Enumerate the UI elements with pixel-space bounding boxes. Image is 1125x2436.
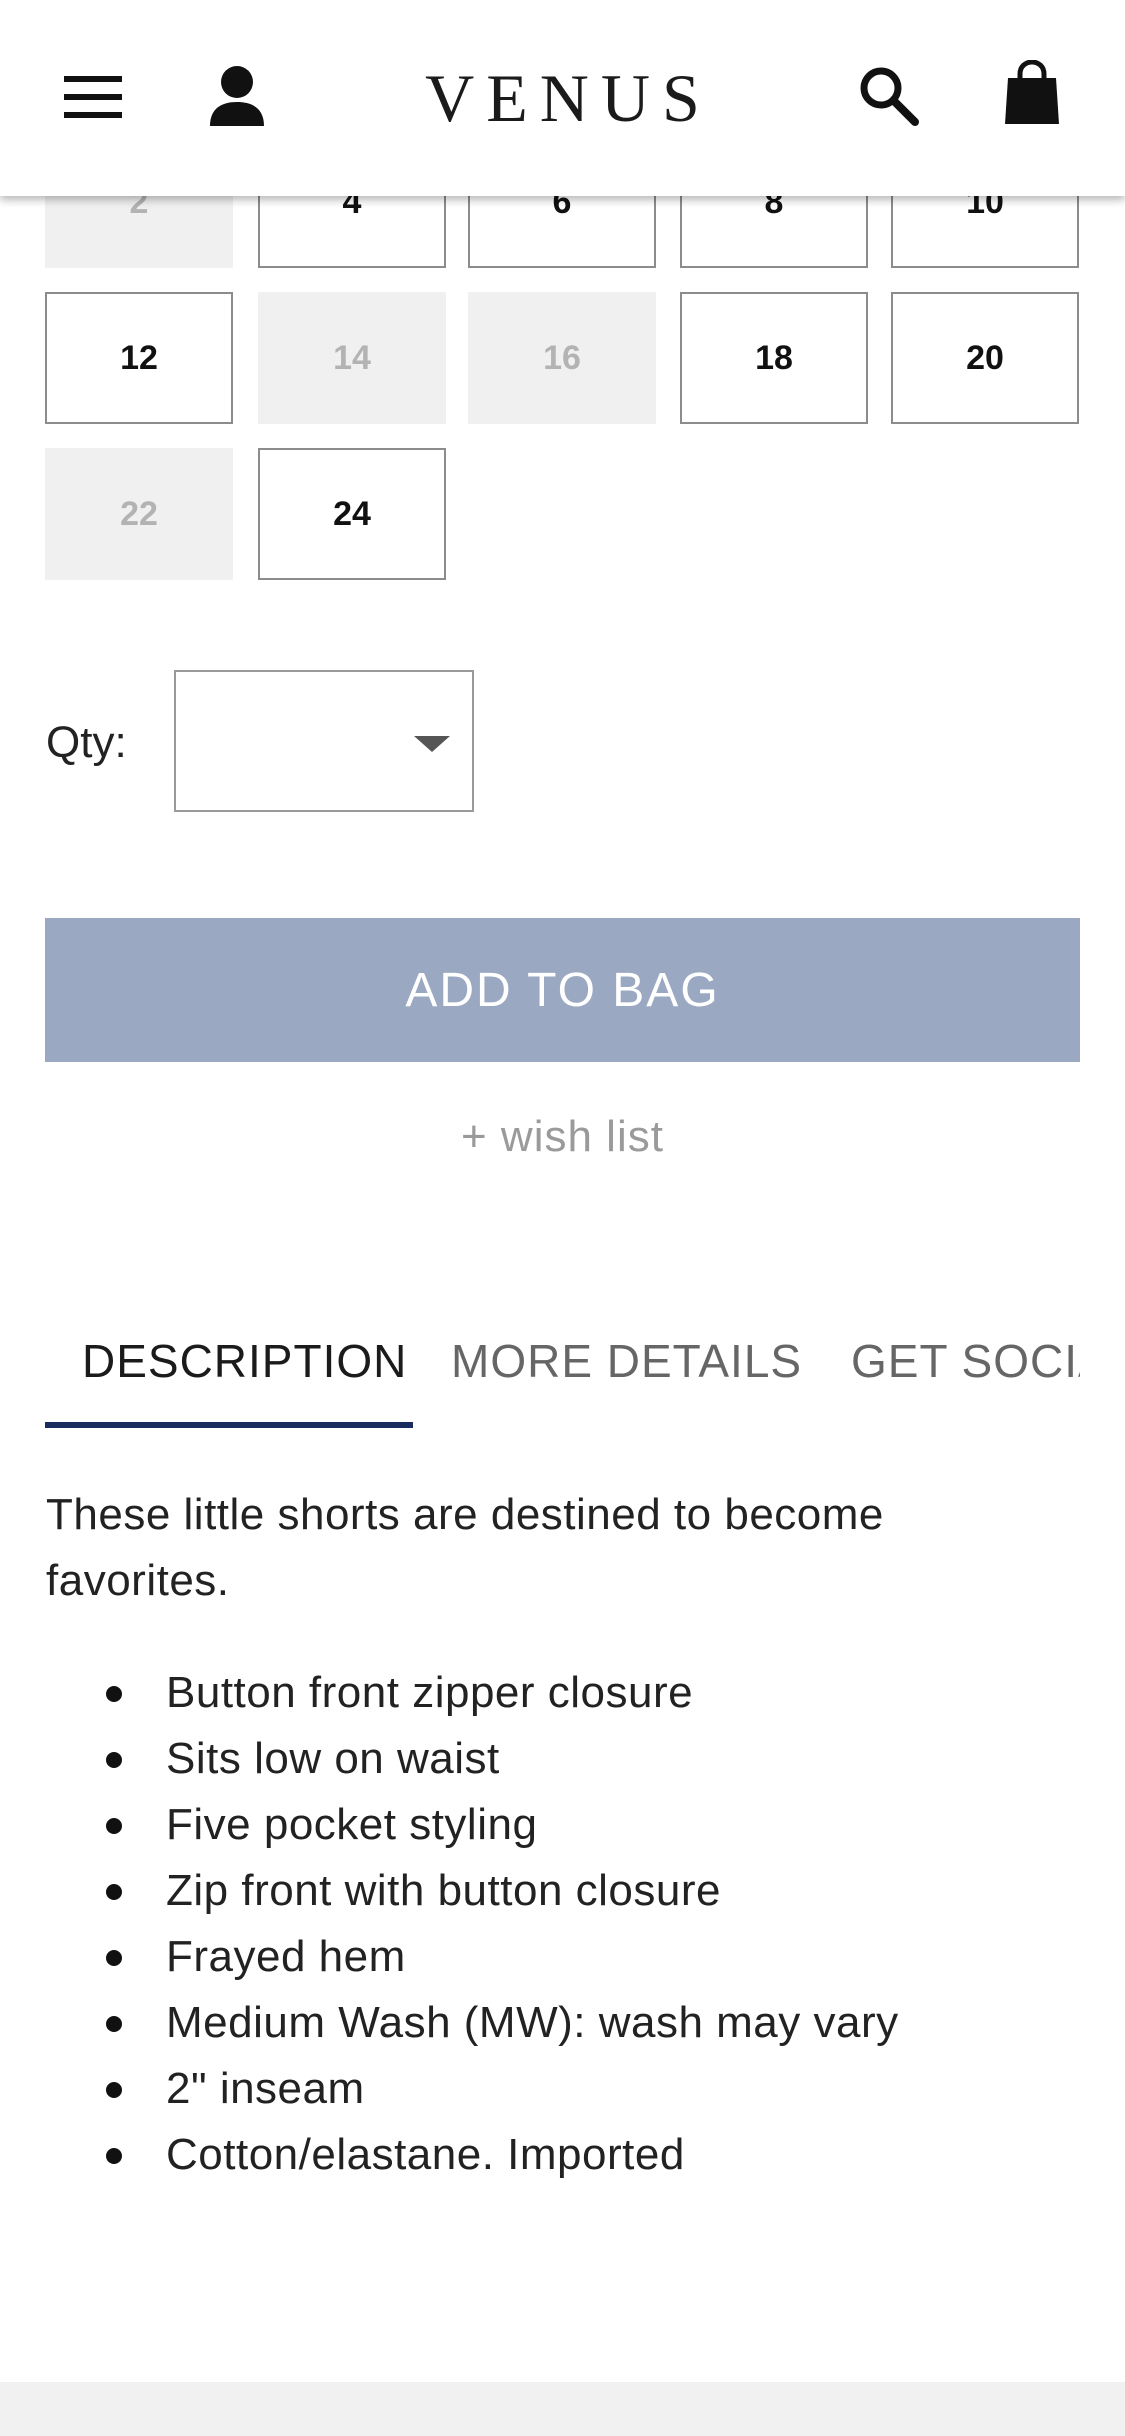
- size-option[interactable]: 20: [891, 292, 1079, 424]
- bag-icon[interactable]: [1004, 60, 1060, 126]
- site-header: VENUS: [0, 0, 1125, 196]
- tab-get-social[interactable]: GET SOCIAL: [851, 1334, 1080, 1388]
- list-item: Cotton/elastane. Imported: [46, 2122, 1086, 2188]
- active-tab-indicator: [45, 1422, 413, 1428]
- caret-down-icon: [414, 736, 450, 752]
- list-item: Frayed hem: [46, 1924, 1086, 1990]
- description-text: These little shorts are destined to beco…: [46, 1490, 884, 1605]
- list-item: Button front zipper closure: [46, 1660, 1086, 1726]
- search-icon[interactable]: [857, 64, 919, 126]
- wish-list-link[interactable]: + wish list: [0, 1112, 1125, 1162]
- qty-label: Qty:: [46, 718, 127, 767]
- size-option[interactable]: 24: [258, 448, 446, 580]
- size-option[interactable]: 12: [45, 292, 233, 424]
- list-item: 2" inseam: [46, 2056, 1086, 2122]
- list-item: Sits low on waist: [46, 1726, 1086, 1792]
- product-page: 2 4 6 8 10 12 14 16 18 20 22 24 VENUS Qt…: [0, 0, 1125, 2436]
- tab-more-details[interactable]: MORE DETAILS: [451, 1334, 802, 1388]
- size-option: 22: [45, 448, 233, 580]
- size-option[interactable]: 18: [680, 292, 868, 424]
- feature-list: Button front zipper closure Sits low on …: [46, 1660, 1086, 2188]
- venus-logo[interactable]: VENUS: [0, 58, 1125, 138]
- tab-description[interactable]: DESCRIPTION: [82, 1334, 407, 1388]
- list-item: Five pocket styling: [46, 1792, 1086, 1858]
- qty-select[interactable]: [174, 670, 474, 812]
- product-tabs: DESCRIPTION MORE DETAILS GET SOCIAL: [45, 1320, 1080, 1430]
- list-item: Zip front with button closure: [46, 1858, 1086, 1924]
- footer-strip: [0, 2382, 1125, 2436]
- add-to-bag-button[interactable]: ADD TO BAG: [45, 918, 1080, 1062]
- list-item: Medium Wash (MW): wash may vary: [46, 1990, 1086, 2056]
- size-option: 14: [258, 292, 446, 424]
- size-option: 16: [468, 292, 656, 424]
